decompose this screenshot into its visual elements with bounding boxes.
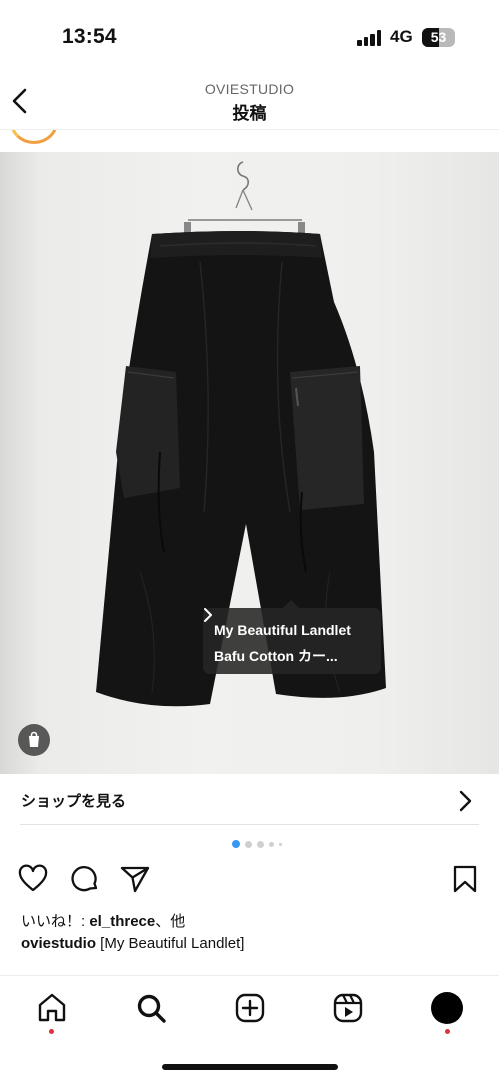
shop-link-label: ショップを見る bbox=[21, 793, 127, 810]
product-tag-title: My Beautiful Landlet bbox=[214, 622, 351, 638]
tab-reels[interactable] bbox=[331, 991, 365, 1025]
product-tag-subtitle: Bafu Cotton カー... bbox=[214, 648, 338, 664]
home-icon bbox=[38, 993, 66, 1022]
post-actions bbox=[0, 860, 499, 900]
notification-dot bbox=[445, 1029, 450, 1034]
comment-button[interactable] bbox=[70, 864, 100, 899]
carousel-dot bbox=[232, 840, 240, 848]
status-bar: 13:54 4G 53 bbox=[0, 0, 499, 72]
like-button[interactable] bbox=[18, 864, 48, 899]
shop-row[interactable]: ショップを見る bbox=[0, 775, 499, 825]
bookmark-icon bbox=[453, 865, 477, 893]
bookmark-button[interactable] bbox=[452, 864, 478, 899]
network-type: 4G bbox=[390, 27, 413, 46]
create-icon bbox=[235, 993, 265, 1023]
carousel-dot bbox=[269, 841, 274, 847]
signal-icon bbox=[357, 30, 383, 46]
battery-level: 53 bbox=[430, 29, 447, 45]
share-icon bbox=[120, 866, 150, 893]
carousel-indicator bbox=[232, 840, 292, 848]
likes-line[interactable]: いいね！: el_threce、他 bbox=[21, 910, 185, 931]
home-indicator[interactable] bbox=[162, 1064, 338, 1070]
profile-avatar bbox=[431, 992, 463, 1024]
chevron-right-icon bbox=[459, 790, 472, 812]
caption: oviestudio [My Beautiful Landlet] bbox=[21, 935, 244, 952]
shopping-bag-button[interactable] bbox=[18, 724, 50, 756]
chevron-right-icon bbox=[204, 608, 212, 622]
likes-user[interactable]: el_threce bbox=[89, 913, 155, 930]
caption-user[interactable]: oviestudio bbox=[21, 935, 96, 952]
likes-prefix: いいね！: bbox=[21, 913, 90, 930]
tab-create[interactable] bbox=[233, 991, 267, 1025]
reels-icon bbox=[333, 993, 363, 1023]
carousel-dot bbox=[245, 840, 252, 848]
post-header: OVIESTUDIO 投稿 bbox=[0, 72, 499, 130]
post-image[interactable]: My Beautiful Landlet Bafu Cotton カー... bbox=[0, 152, 499, 774]
battery-icon: 53 bbox=[422, 28, 455, 47]
header-account-name[interactable]: OVIESTUDIO bbox=[0, 81, 499, 97]
likes-suffix: 、他 bbox=[155, 913, 186, 930]
comment-icon bbox=[71, 866, 98, 892]
pants-photo bbox=[96, 161, 386, 707]
tab-profile[interactable] bbox=[430, 991, 464, 1034]
share-button[interactable] bbox=[120, 864, 150, 899]
shopping-bag-icon bbox=[29, 731, 39, 747]
status-time: 13:54 bbox=[62, 25, 117, 48]
page-title: 投稿 bbox=[232, 104, 267, 123]
divider bbox=[20, 824, 479, 825]
carousel-dot bbox=[279, 842, 282, 846]
search-icon bbox=[137, 994, 166, 1023]
tab-search[interactable] bbox=[134, 991, 168, 1025]
heart-icon bbox=[18, 864, 48, 892]
notification-dot bbox=[49, 1029, 54, 1034]
caption-text: [My Beautiful Landlet] bbox=[96, 935, 245, 952]
product-tag[interactable]: My Beautiful Landlet Bafu Cotton カー... bbox=[203, 600, 381, 674]
tab-home[interactable] bbox=[35, 991, 69, 1034]
carousel-dot bbox=[257, 840, 264, 848]
